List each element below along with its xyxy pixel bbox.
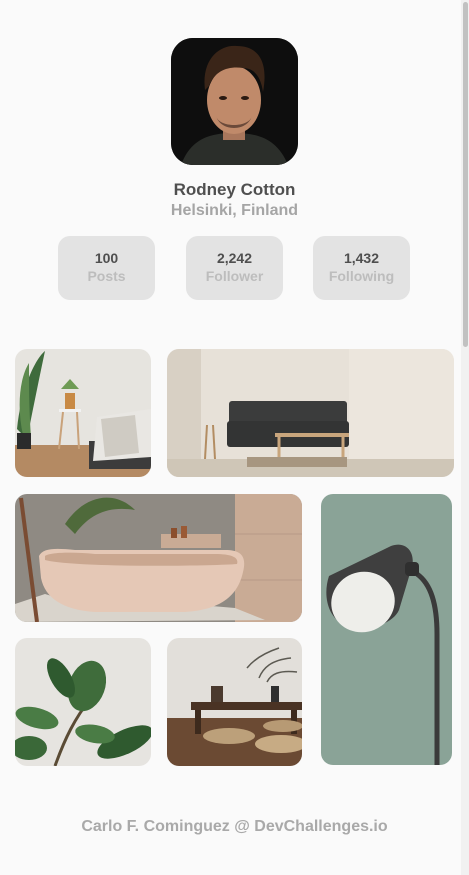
profile-name: Rodney Cotton xyxy=(173,180,296,199)
profile-location: Helsinki, Finland xyxy=(170,202,299,219)
stat-follower-label: Follower xyxy=(205,268,264,284)
stat-posts-value: 100 xyxy=(94,250,119,266)
floor-lamp-photo[interactable] xyxy=(321,494,452,765)
living-room-photo[interactable] xyxy=(167,349,454,477)
footer-credit[interactable]: Carlo F. Cominguez @ DevChallenges.io xyxy=(0,818,469,836)
plant-photo[interactable] xyxy=(15,638,151,766)
stat-following-label: Following xyxy=(328,268,395,284)
stat-following-value: 1,432 xyxy=(343,250,380,266)
scrollbar-thumb[interactable] xyxy=(463,2,468,347)
stat-follower-value: 2,242 xyxy=(216,250,253,266)
bedroom-photo[interactable] xyxy=(15,349,151,477)
stat-posts[interactable]: 100 Posts xyxy=(58,236,155,300)
profile-avatar xyxy=(171,38,298,165)
stat-posts-label: Posts xyxy=(87,268,126,284)
stat-follower[interactable]: 2,242 Follower xyxy=(186,236,283,300)
stat-following[interactable]: 1,432 Following xyxy=(313,236,410,300)
tea-table-photo[interactable] xyxy=(167,638,302,766)
scrollbar-track[interactable] xyxy=(461,0,469,875)
bathtub-photo[interactable] xyxy=(15,494,302,622)
